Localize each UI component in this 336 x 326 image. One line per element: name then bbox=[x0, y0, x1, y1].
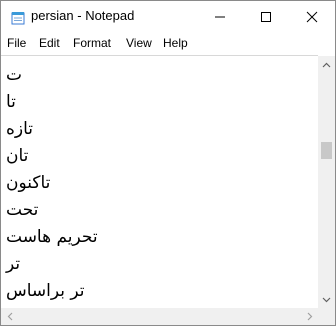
chevron-right-icon bbox=[307, 312, 312, 321]
chevron-down-icon bbox=[322, 297, 331, 302]
window-title: persian - Notepad bbox=[31, 8, 135, 23]
notepad-icon bbox=[11, 10, 25, 25]
text-line: ت bbox=[6, 65, 23, 85]
chevron-left-icon bbox=[7, 312, 12, 321]
text-line: تازه bbox=[6, 119, 34, 139]
scroll-left-button[interactable] bbox=[1, 308, 18, 325]
scroll-down-button[interactable] bbox=[318, 291, 335, 308]
menu-edit[interactable]: Edit bbox=[39, 36, 60, 50]
menu-bar: File Edit Format View Help bbox=[1, 33, 335, 55]
scroll-up-button[interactable] bbox=[318, 56, 335, 73]
minimize-button[interactable] bbox=[197, 1, 243, 33]
notepad-window: persian - Notepad File Edit Format View … bbox=[0, 0, 336, 326]
text-editor[interactable]: ت تا تازه تان تاکنون تحت تحریم هاست تر ت… bbox=[1, 55, 318, 309]
horizontal-scrollbar[interactable] bbox=[1, 308, 318, 325]
maximize-icon bbox=[261, 12, 271, 22]
text-line: تر bbox=[6, 254, 21, 274]
chevron-up-icon bbox=[322, 62, 331, 67]
menu-format[interactable]: Format bbox=[73, 36, 111, 50]
text-line: تا bbox=[6, 92, 16, 112]
close-button[interactable] bbox=[289, 1, 335, 33]
scroll-right-button[interactable] bbox=[301, 308, 318, 325]
vertical-scrollbar[interactable] bbox=[318, 56, 335, 308]
minimize-icon bbox=[215, 16, 225, 18]
text-line: تر براساس bbox=[6, 281, 85, 301]
maximize-button[interactable] bbox=[243, 1, 289, 33]
text-line: تاکنون bbox=[6, 173, 51, 193]
menu-help[interactable]: Help bbox=[163, 36, 188, 50]
scrollbar-corner bbox=[318, 308, 335, 325]
menu-file[interactable]: File bbox=[7, 36, 26, 50]
text-line: تحت bbox=[6, 200, 39, 220]
vertical-scroll-thumb[interactable] bbox=[321, 142, 332, 159]
text-line: تان bbox=[6, 146, 29, 166]
menu-view[interactable]: View bbox=[126, 36, 152, 50]
close-icon bbox=[306, 11, 318, 23]
title-bar[interactable]: persian - Notepad bbox=[1, 1, 335, 33]
text-line: تحریم هاست bbox=[6, 227, 98, 247]
